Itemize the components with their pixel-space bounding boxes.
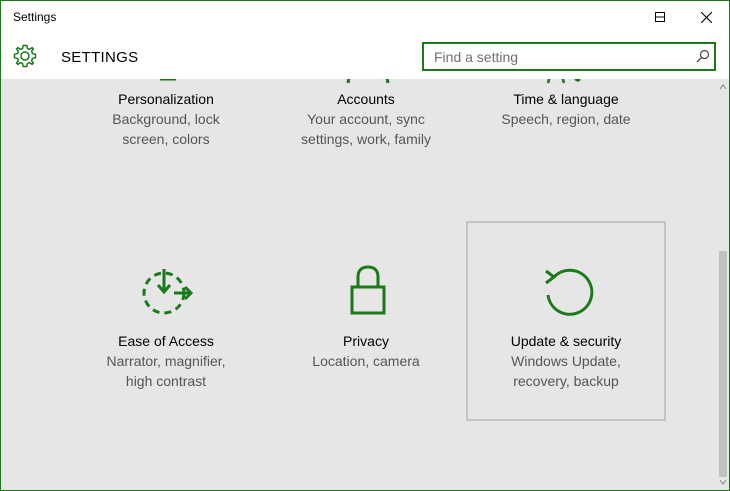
tile-title: Update & security	[510, 333, 622, 349]
settings-grid: Personalization Background, lock screen,…	[1, 79, 717, 490]
minimize-spacer	[591, 1, 637, 33]
tile-accounts[interactable]: Accounts Your account, sync settings, wo…	[267, 79, 465, 221]
tile-description: Narrator, magnifier, high contrast	[106, 353, 226, 389]
search-icon[interactable]	[696, 49, 710, 63]
search-box[interactable]	[422, 42, 716, 71]
maximize-icon	[655, 12, 665, 22]
tile-description: Speech, region, date	[501, 111, 631, 127]
gear-icon	[13, 44, 37, 68]
settings-window: Settings SETTINGS Find a setting Persona…	[0, 0, 730, 491]
time-language-icon	[546, 79, 581, 84]
tile-description: Your account, sync settings, work, famil…	[301, 111, 431, 147]
window-title: Settings	[13, 10, 57, 24]
tile-description: Windows Update, recovery, backup	[511, 353, 621, 389]
vertical-scrollbar[interactable]	[717, 79, 729, 490]
title-bar: Settings	[1, 1, 729, 33]
close-icon	[700, 11, 712, 23]
privacy-icon	[350, 265, 386, 315]
tile-description: Background, lock screen, colors	[112, 111, 220, 147]
maximize-button[interactable]	[637, 1, 683, 33]
personalization-icon	[160, 79, 176, 81]
settings-header: SETTINGS	[1, 33, 729, 79]
tile-title: Privacy	[343, 333, 389, 349]
scroll-down-icon[interactable]	[720, 479, 726, 485]
tile-ease-of-access[interactable]: Ease of Access Narrator, magnifier, high…	[67, 223, 265, 421]
update-security-icon	[545, 268, 594, 316]
close-button[interactable]	[683, 1, 729, 33]
search-input[interactable]	[424, 44, 694, 69]
tile-update-security[interactable]: Update & security Windows Update, recove…	[466, 221, 666, 421]
tile-title: Accounts	[337, 91, 395, 107]
tile-time-language[interactable]: Time & language Speech, region, date	[467, 79, 665, 221]
tile-privacy[interactable]: Privacy Location, camera	[267, 223, 465, 421]
scrollbar-thumb[interactable]	[719, 251, 727, 477]
scroll-up-icon[interactable]	[720, 84, 726, 90]
accounts-icon	[346, 79, 390, 84]
ease-of-access-icon	[142, 269, 194, 315]
tile-personalization[interactable]: Personalization Background, lock screen,…	[67, 79, 265, 221]
tile-title: Time & language	[513, 91, 619, 107]
tile-title: Ease of Access	[118, 333, 214, 349]
page-title: SETTINGS	[61, 49, 139, 66]
tile-description: Location, camera	[312, 353, 420, 369]
tile-title: Personalization	[118, 91, 214, 107]
